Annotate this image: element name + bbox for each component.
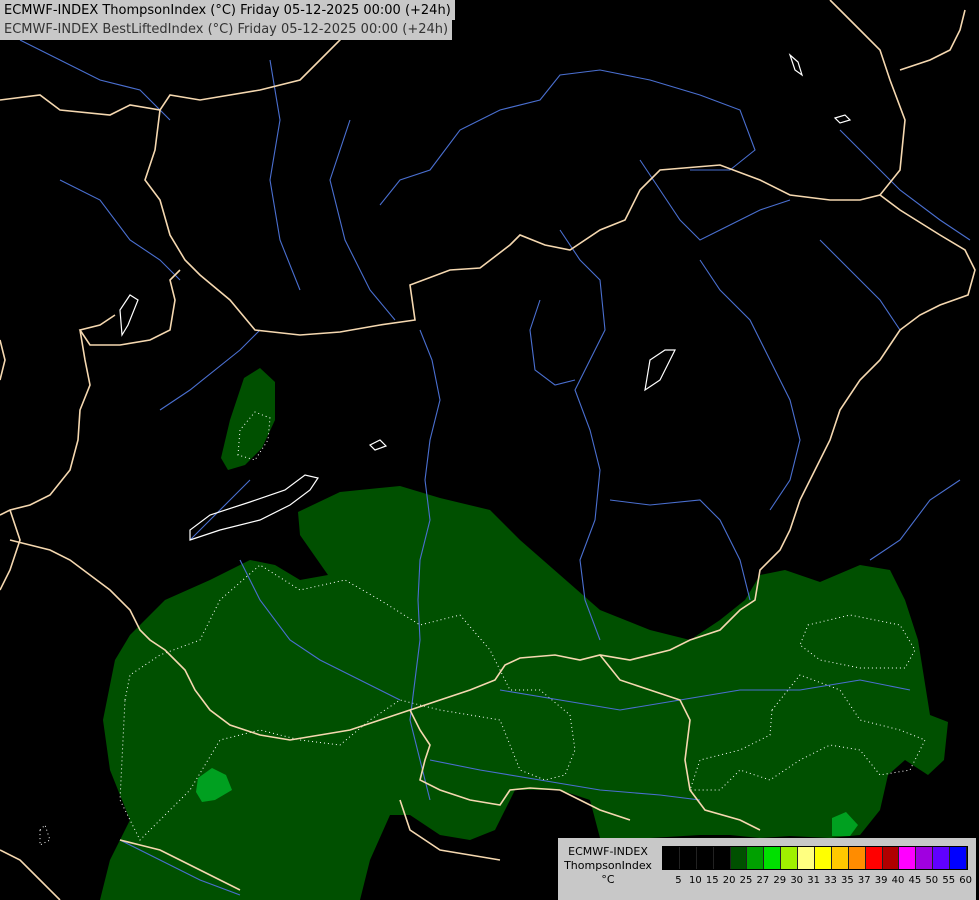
color-legend: ECMWF-INDEX ThompsonIndex °C 5 10 15 20 25 27… [558,838,976,900]
legend-swatches [662,846,969,870]
weather-map [0,0,979,900]
legend-swatch [815,847,832,869]
legend-tick-label: 15 [705,875,719,886]
legend-swatch [764,847,782,869]
legend-swatch [848,847,866,869]
legend-swatch [865,847,883,869]
legend-label: ECMWF-INDEX ThompsonIndex °C [558,845,658,887]
legend-unit: °C [601,873,615,886]
title-line-2: ECMWF-INDEX BestLiftedIndex (°C) Friday … [4,22,449,37]
legend-swatch [831,847,849,869]
legend-tick-label: 50 [925,875,939,886]
legend-swatch [950,847,968,869]
legend-tick-label: 5 [675,875,682,886]
legend-tick-label: 29 [773,875,787,886]
legend-swatch [798,847,816,869]
map-title-primary: ECMWF-INDEX ThompsonIndex (°C) Friday 05… [0,0,455,20]
legend-tick-label: 27 [756,875,770,886]
legend-tick-label: 60 [959,875,972,886]
legend-swatch [663,847,680,869]
legend-swatch [916,847,934,869]
legend-swatch [679,847,697,869]
legend-model: ECMWF-INDEX [568,845,648,858]
legend-tick-label: 39 [874,875,888,886]
legend-parameter: ThompsonIndex [564,859,652,872]
legend-tick-label: 30 [790,875,804,886]
legend-tick-label: 37 [857,875,871,886]
legend-tick-label: 35 [840,875,854,886]
map-title-secondary: ECMWF-INDEX BestLiftedIndex (°C) Friday … [0,20,453,40]
legend-swatch [781,847,799,869]
legend-swatch [696,847,714,869]
legend-tick-label: 31 [807,875,820,886]
legend-tick-label: 45 [908,875,922,886]
legend-tick-label: 25 [739,875,753,886]
title-line-1: ECMWF-INDEX ThompsonIndex (°C) Friday 05… [4,3,451,18]
legend-tick-label: 55 [942,875,956,886]
legend-tick-label: 10 [688,875,702,886]
legend-swatch [882,847,900,869]
legend-tick-label: 20 [722,875,736,886]
legend-tick-label: 33 [824,875,837,886]
legend-ticks: 5 10 15 20 25 27 29 30 31 33 35 37 39 40 45 50 55 60 [670,875,974,886]
legend-tick-label: 40 [891,875,905,886]
legend-swatch [933,847,951,869]
legend-swatch [899,847,917,869]
legend-swatch [747,847,765,869]
legend-swatch [730,847,748,869]
legend-swatch [713,847,731,869]
